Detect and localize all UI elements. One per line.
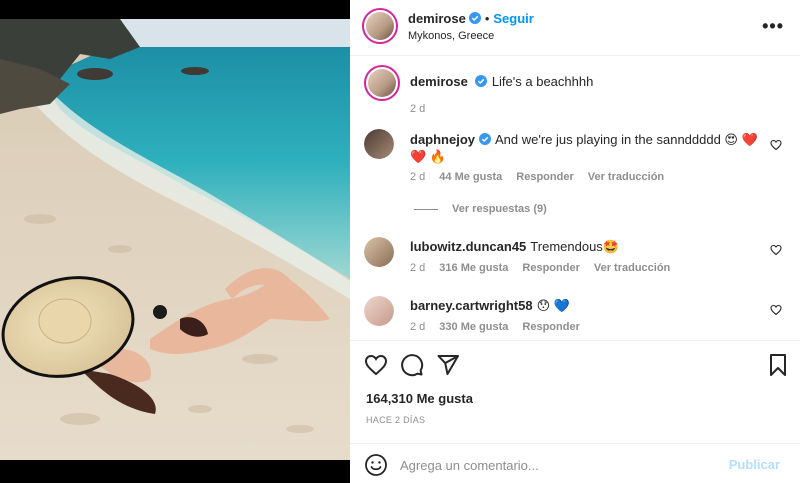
- comment-body: And we're jus playing in the sannddddd 😍…: [495, 132, 758, 147]
- comment-body: 😯 💙: [536, 298, 570, 313]
- post-photo[interactable]: [0, 19, 350, 460]
- emoji-smiley-icon[interactable]: [364, 453, 388, 477]
- comment-avatar[interactable]: [364, 129, 394, 159]
- caption-avatar[interactable]: [364, 65, 400, 101]
- post-timestamp[interactable]: HACE 2 DÍAS: [366, 415, 425, 425]
- like-heart-icon[interactable]: [364, 353, 388, 377]
- comment-meta: 2 d 316 Me gusta Responder Ver traducción: [410, 262, 684, 274]
- comment-username[interactable]: barney.cartwright58: [410, 298, 533, 313]
- comments-list[interactable]: demirose Life's a beachhhh 2 d daphnejoy A…: [350, 57, 800, 340]
- comment-likes[interactable]: 316 Me gusta: [439, 262, 508, 274]
- post-likes-count[interactable]: 164,310 Me gusta: [366, 391, 473, 406]
- comment-avatar[interactable]: [364, 296, 394, 326]
- like-comment-heart-icon[interactable]: [770, 304, 782, 316]
- caption-row: demirose Life's a beachhhh 2 d: [364, 65, 784, 115]
- save-bookmark-icon[interactable]: [766, 353, 790, 377]
- comment-text: barney.cartwright58 😯 💙: [410, 297, 760, 314]
- comment-item: daphnejoy And we're jus playing in the sa…: [364, 129, 784, 219]
- post-media-panel: [0, 0, 350, 483]
- share-paper-plane-icon[interactable]: [436, 353, 460, 377]
- post-details-panel: demirose • Seguir Mykonos, Greece ••• demi…: [350, 0, 800, 483]
- comment-meta: 2 d 44 Me gusta Responder Ver traducción: [410, 171, 678, 183]
- replies-line: [414, 208, 438, 210]
- caption-username[interactable]: demirose: [410, 74, 468, 89]
- comment-bubble-icon[interactable]: [400, 353, 424, 377]
- verified-badge-icon: [479, 133, 492, 145]
- comment-time[interactable]: 2 d: [410, 171, 425, 183]
- comment-avatar[interactable]: [364, 237, 394, 267]
- comment-time[interactable]: 2 d: [410, 262, 425, 274]
- comment-meta: 2 d 330 Me gusta Responder: [410, 321, 594, 333]
- comment-body-line2: ❤️ 🔥: [410, 149, 446, 164]
- post-actions: 164,310 Me gusta HACE 2 DÍAS Publicar: [350, 340, 800, 483]
- reply-button[interactable]: Responder: [522, 262, 579, 274]
- beach-photo-image: [0, 19, 350, 460]
- comment-item: lubowitz.duncan45 Tremendous🤩 2 d 316 Me g…: [364, 237, 784, 287]
- post-header: demirose • Seguir Mykonos, Greece •••: [350, 0, 800, 56]
- author-username[interactable]: demirose: [408, 11, 466, 26]
- comment-text: daphnejoy And we're jus playing in the sa…: [410, 131, 760, 165]
- translate-button[interactable]: Ver traducción: [588, 171, 664, 183]
- caption-time[interactable]: 2 d: [410, 103, 425, 115]
- add-comment-bar: Publicar: [350, 443, 800, 483]
- reply-button[interactable]: Responder: [522, 321, 579, 333]
- comment-item: barney.cartwright58 😯 💙 2 d 330 Me gusta Re…: [364, 296, 784, 340]
- verified-badge-icon: [468, 12, 481, 24]
- comment-body: Tremendous🤩: [530, 239, 619, 254]
- comment-likes[interactable]: 44 Me gusta: [439, 171, 502, 183]
- view-replies-button[interactable]: Ver respuestas (9): [414, 203, 547, 215]
- publish-comment-button[interactable]: Publicar: [729, 457, 780, 472]
- post-location[interactable]: Mykonos, Greece: [408, 30, 494, 42]
- author-avatar[interactable]: [362, 8, 398, 44]
- comment-likes[interactable]: 330 Me gusta: [439, 321, 508, 333]
- verified-badge-icon: [474, 75, 487, 87]
- like-comment-heart-icon[interactable]: [770, 139, 782, 151]
- follow-button[interactable]: Seguir: [493, 11, 533, 26]
- like-comment-heart-icon[interactable]: [770, 244, 782, 256]
- comment-username[interactable]: daphnejoy: [410, 132, 475, 147]
- separator-dot: •: [484, 11, 490, 26]
- comment-username[interactable]: lubowitz.duncan45: [410, 239, 526, 254]
- caption-text: demirose Life's a beachhhh: [410, 73, 760, 90]
- view-replies-label: Ver respuestas (9): [452, 203, 547, 215]
- caption-meta: 2 d: [410, 103, 439, 115]
- caption-body: Life's a beachhhh: [491, 74, 594, 89]
- reply-button[interactable]: Responder: [516, 171, 573, 183]
- translate-button[interactable]: Ver traducción: [594, 262, 670, 274]
- comment-text: lubowitz.duncan45 Tremendous🤩: [410, 238, 760, 255]
- more-options-icon[interactable]: •••: [762, 16, 784, 37]
- add-comment-input[interactable]: [400, 454, 700, 476]
- comment-time[interactable]: 2 d: [410, 321, 425, 333]
